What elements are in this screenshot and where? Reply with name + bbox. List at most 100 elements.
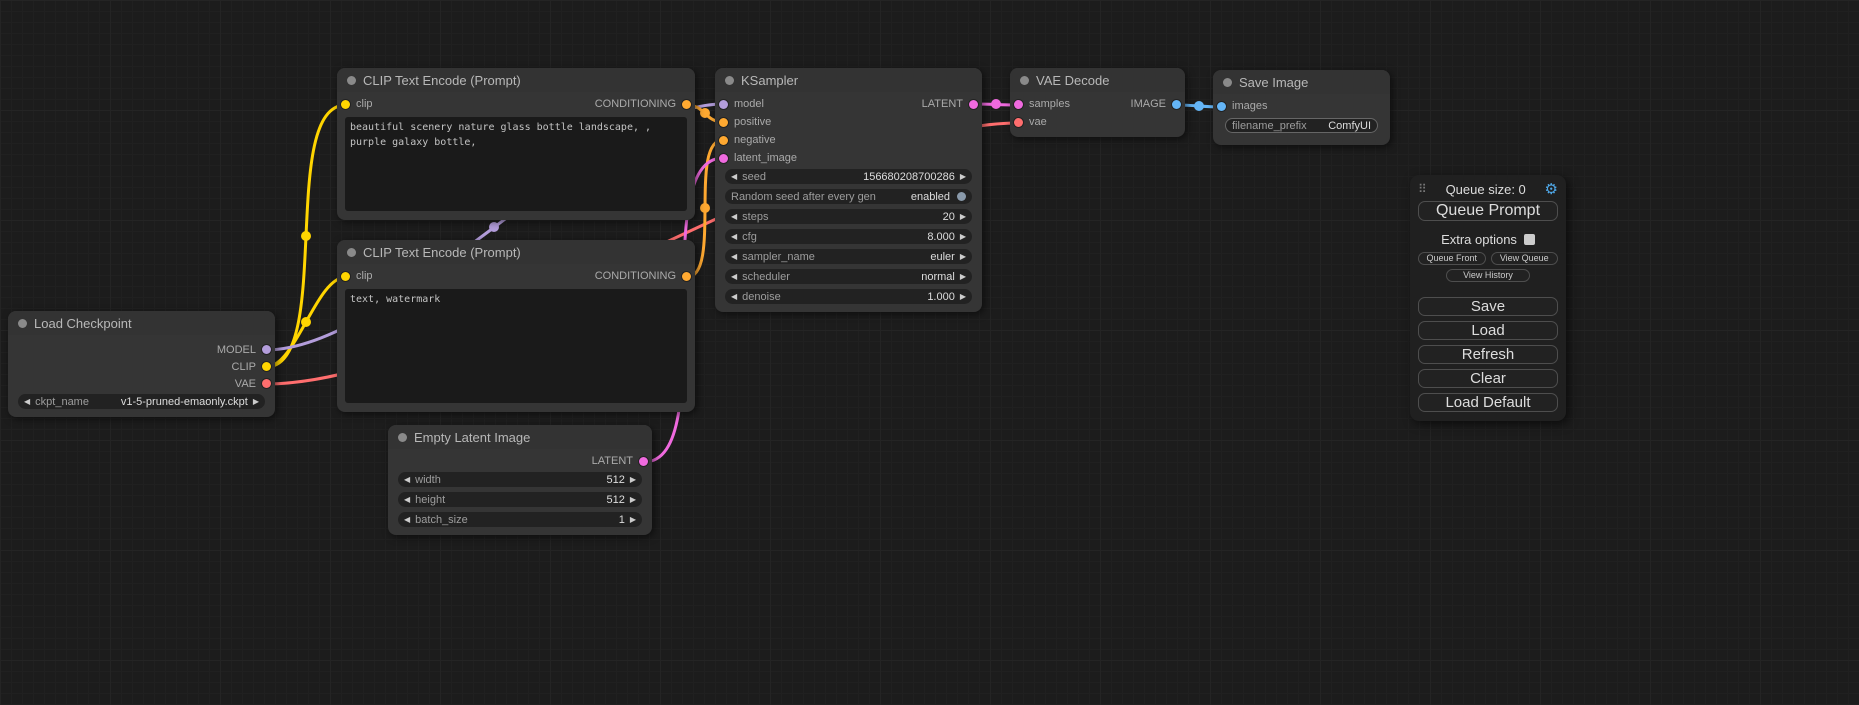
decrement-arrow-icon[interactable]: ◀ — [731, 293, 737, 301]
widget-width[interactable]: ◀ width 512 ▶ — [398, 472, 642, 487]
latent-port-icon[interactable] — [969, 100, 978, 109]
node-title-bar[interactable]: CLIP Text Encode (Prompt) — [337, 68, 695, 92]
input-slot-vae[interactable]: vae — [1014, 116, 1047, 128]
decrement-arrow-icon[interactable]: ◀ — [731, 233, 737, 241]
increment-arrow-icon[interactable]: ▶ — [960, 173, 966, 181]
decrement-arrow-icon[interactable]: ◀ — [731, 253, 737, 261]
decrement-arrow-icon[interactable]: ◀ — [404, 496, 410, 504]
conditioning-port-icon[interactable] — [682, 272, 691, 281]
widget-cfg[interactable]: ◀ cfg 8.000 ▶ — [725, 229, 972, 244]
node-vae-decode[interactable]: VAE Decode samples IMAGE vae — [1010, 68, 1185, 137]
widget-sampler-name[interactable]: ◀ sampler_name euler ▶ — [725, 249, 972, 264]
node-title-bar[interactable]: KSampler — [715, 68, 982, 92]
extra-options-checkbox[interactable] — [1524, 234, 1535, 245]
output-slot-clip[interactable]: CLIP — [232, 361, 271, 373]
input-slot-clip[interactable]: clip — [341, 98, 373, 110]
increment-arrow-icon[interactable]: ▶ — [960, 213, 966, 221]
decrement-arrow-icon[interactable]: ◀ — [731, 273, 737, 281]
decrement-arrow-icon[interactable]: ◀ — [24, 398, 30, 406]
widget-steps[interactable]: ◀ steps 20 ▶ — [725, 209, 972, 224]
queue-front-button[interactable]: Queue Front — [1418, 252, 1486, 265]
input-slot-clip[interactable]: clip — [341, 270, 373, 282]
increment-arrow-icon[interactable]: ▶ — [960, 293, 966, 301]
node-title-bar[interactable]: Load Checkpoint — [8, 311, 275, 335]
drag-handle-icon[interactable]: ⠿ — [1418, 182, 1427, 196]
output-slot-image[interactable]: IMAGE — [1131, 98, 1181, 110]
clip-port-icon[interactable] — [341, 100, 350, 109]
latent-port-icon[interactable] — [719, 154, 728, 163]
node-title-bar[interactable]: CLIP Text Encode (Prompt) — [337, 240, 695, 264]
node-title-bar[interactable]: Empty Latent Image — [388, 425, 652, 449]
node-status-dot-icon — [347, 248, 356, 257]
load-button[interactable]: Load — [1418, 321, 1558, 340]
widget-label: Random seed after every gen — [731, 191, 876, 203]
output-slot-vae[interactable]: VAE — [235, 378, 271, 390]
node-clip-text-encode-positive[interactable]: CLIP Text Encode (Prompt) clip CONDITION… — [337, 68, 695, 220]
model-port-icon[interactable] — [262, 345, 271, 354]
input-slot-images[interactable]: images — [1217, 100, 1267, 112]
toggle-on-icon[interactable] — [957, 192, 966, 201]
increment-arrow-icon[interactable]: ▶ — [960, 253, 966, 261]
vae-port-icon[interactable] — [262, 379, 271, 388]
input-slot-model[interactable]: model — [719, 98, 764, 110]
image-port-icon[interactable] — [1217, 102, 1226, 111]
widget-filename-prefix[interactable]: filename_prefix ComfyUI — [1225, 118, 1378, 133]
decrement-arrow-icon[interactable]: ◀ — [731, 213, 737, 221]
negative-prompt-textarea[interactable]: text, watermark — [345, 289, 687, 403]
node-empty-latent-image[interactable]: Empty Latent Image LATENT ◀ width 512 ▶ … — [388, 425, 652, 535]
increment-arrow-icon[interactable]: ▶ — [630, 476, 636, 484]
input-slot-positive[interactable]: positive — [719, 116, 771, 128]
widget-denoise[interactable]: ◀ denoise 1.000 ▶ — [725, 289, 972, 304]
queue-prompt-button[interactable]: Queue Prompt — [1418, 201, 1558, 221]
node-status-dot-icon — [725, 76, 734, 85]
model-port-icon[interactable] — [719, 100, 728, 109]
output-slot-conditioning[interactable]: CONDITIONING — [595, 98, 691, 110]
widget-seed[interactable]: ◀ seed 156680208700286 ▶ — [725, 169, 972, 184]
decrement-arrow-icon[interactable]: ◀ — [731, 173, 737, 181]
input-slot-latent-image[interactable]: latent_image — [719, 152, 797, 164]
increment-arrow-icon[interactable]: ▶ — [960, 233, 966, 241]
output-slot-latent[interactable]: LATENT — [922, 98, 978, 110]
increment-arrow-icon[interactable]: ▶ — [253, 398, 259, 406]
increment-arrow-icon[interactable]: ▶ — [960, 273, 966, 281]
vae-port-icon[interactable] — [1014, 118, 1023, 127]
conditioning-port-icon[interactable] — [719, 118, 728, 127]
increment-arrow-icon[interactable]: ▶ — [630, 516, 636, 524]
decrement-arrow-icon[interactable]: ◀ — [404, 476, 410, 484]
node-title-bar[interactable]: VAE Decode — [1010, 68, 1185, 92]
output-slot-model[interactable]: MODEL — [217, 344, 271, 356]
output-slot-latent[interactable]: LATENT — [592, 455, 648, 467]
image-port-icon[interactable] — [1172, 100, 1181, 109]
view-queue-button[interactable]: View Queue — [1491, 252, 1559, 265]
conditioning-port-icon[interactable] — [719, 136, 728, 145]
increment-arrow-icon[interactable]: ▶ — [630, 496, 636, 504]
decrement-arrow-icon[interactable]: ◀ — [404, 516, 410, 524]
slot-label: IMAGE — [1131, 98, 1166, 110]
widget-random-seed-toggle[interactable]: Random seed after every gen enabled — [725, 189, 972, 204]
output-slot-conditioning[interactable]: CONDITIONING — [595, 270, 691, 282]
view-history-button[interactable]: View History — [1446, 269, 1530, 282]
node-clip-text-encode-negative[interactable]: CLIP Text Encode (Prompt) clip CONDITION… — [337, 240, 695, 412]
widget-ckpt-name[interactable]: ◀ ckpt_name v1-5-pruned-emaonly.ckpt ▶ — [18, 394, 265, 409]
input-slot-samples[interactable]: samples — [1014, 98, 1070, 110]
node-save-image[interactable]: Save Image images filename_prefix ComfyU… — [1213, 70, 1390, 145]
input-slot-negative[interactable]: negative — [719, 134, 776, 146]
refresh-button[interactable]: Refresh — [1418, 345, 1558, 364]
latent-port-icon[interactable] — [1014, 100, 1023, 109]
clear-button[interactable]: Clear — [1418, 369, 1558, 388]
save-button[interactable]: Save — [1418, 297, 1558, 316]
clip-port-icon[interactable] — [341, 272, 350, 281]
settings-gear-icon[interactable]: ⚙ — [1545, 180, 1558, 198]
widget-batch-size[interactable]: ◀ batch_size 1 ▶ — [398, 512, 642, 527]
conditioning-port-icon[interactable] — [682, 100, 691, 109]
widget-height[interactable]: ◀ height 512 ▶ — [398, 492, 642, 507]
positive-prompt-textarea[interactable]: beautiful scenery nature glass bottle la… — [345, 117, 687, 211]
latent-port-icon[interactable] — [639, 457, 648, 466]
node-ksampler[interactable]: KSampler model LATENT positive negative — [715, 68, 982, 312]
widget-scheduler[interactable]: ◀ scheduler normal ▶ — [725, 269, 972, 284]
load-default-button[interactable]: Load Default — [1418, 393, 1558, 412]
node-load-checkpoint[interactable]: Load Checkpoint MODEL CLIP VAE ◀ ckpt_na… — [8, 311, 275, 417]
clip-port-icon[interactable] — [262, 362, 271, 371]
node-graph-canvas[interactable]: { "colors": { "model": "#B39DDB", "clip"… — [0, 0, 1859, 705]
node-title-bar[interactable]: Save Image — [1213, 70, 1390, 94]
